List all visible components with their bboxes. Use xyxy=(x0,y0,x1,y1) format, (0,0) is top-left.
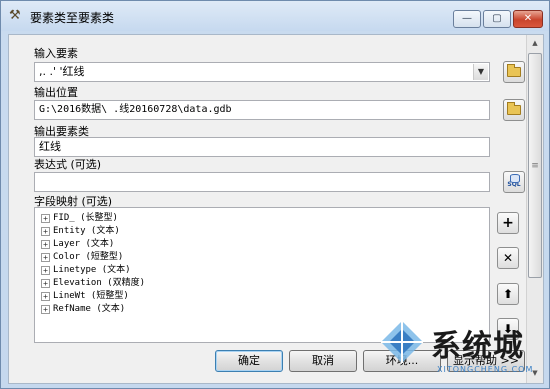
folder-icon xyxy=(507,64,521,77)
expand-icon[interactable]: + xyxy=(41,240,50,249)
output-location-input[interactable]: G:\2016数据\ .线20160728\data.gdb xyxy=(34,100,490,120)
maximize-button[interactable]: ▢ xyxy=(483,10,511,28)
chevron-down-icon[interactable]: ▼ xyxy=(473,64,488,80)
field-map-item[interactable]: + Layer (文本) xyxy=(41,238,114,251)
expand-icon[interactable]: + xyxy=(41,292,50,301)
remove-field-button[interactable]: ✕ xyxy=(497,247,519,269)
field-map-item[interactable]: + Elevation (双精度) xyxy=(41,277,145,290)
expand-icon[interactable]: + xyxy=(41,279,50,288)
output-feature-class-input[interactable]: 红线 xyxy=(34,137,490,157)
logo-icon xyxy=(381,321,423,363)
field-map-item[interactable]: + Entity (文本) xyxy=(41,225,120,238)
field-map-item[interactable]: + Linetype (文本) xyxy=(41,264,131,277)
input-features-dropdown[interactable]: ,. .' '红线 ▼ xyxy=(34,62,490,82)
expand-icon[interactable]: + xyxy=(41,214,50,223)
output-location-label: 输出位置 xyxy=(34,86,78,99)
title-bar[interactable]: ⚒ 要素类至要素类 — ▢ ✕ xyxy=(1,1,549,31)
close-button[interactable]: ✕ xyxy=(513,10,543,28)
move-up-button[interactable]: ⬆ xyxy=(497,283,519,305)
ok-button[interactable]: 确定 xyxy=(215,350,283,372)
expression-input[interactable] xyxy=(34,172,490,192)
hammer-icon: ⚒ xyxy=(9,8,21,23)
expand-icon[interactable]: + xyxy=(41,253,50,262)
expand-icon[interactable]: + xyxy=(41,305,50,314)
input-features-label: 输入要素 xyxy=(34,47,78,60)
field-map-item[interactable]: + Color (短整型) xyxy=(41,251,123,264)
expand-icon[interactable]: + xyxy=(41,227,50,236)
scroll-thumb[interactable]: ≡ xyxy=(528,53,542,278)
folder-icon xyxy=(507,102,521,115)
browse-output-button[interactable] xyxy=(503,99,525,121)
watermark-subtext: XITONGCHENG.COM xyxy=(437,365,534,374)
dialog-window: ⚒ 要素类至要素类 — ▢ ✕ 输入要素 ,. .' '红线 ▼ 输出位置 G:… xyxy=(0,0,550,389)
field-map-item[interactable]: + FID_ (长整型) xyxy=(41,212,118,225)
minimize-button[interactable]: — xyxy=(453,10,481,28)
browse-input-button[interactable] xyxy=(503,61,525,83)
expand-icon[interactable]: + xyxy=(41,266,50,275)
add-field-button[interactable]: + xyxy=(497,212,519,234)
window-title: 要素类至要素类 xyxy=(30,11,115,25)
scroll-up-icon[interactable]: ▲ xyxy=(527,35,543,52)
sql-icon: SQL xyxy=(506,174,522,190)
expression-label: 表达式 (可选) xyxy=(34,158,102,171)
sql-builder-button[interactable]: SQL xyxy=(503,171,525,193)
watermark: 系统城 XITONGCHENG.COM xyxy=(379,319,547,383)
field-map-item[interactable]: + LineWt (短整型) xyxy=(41,290,129,303)
cancel-button[interactable]: 取消 xyxy=(289,350,357,372)
field-map-item[interactable]: + RefName (文本) xyxy=(41,303,125,316)
input-features-value: ,. .' '红线 xyxy=(39,65,85,78)
watermark-text: 系统城 xyxy=(431,329,524,364)
